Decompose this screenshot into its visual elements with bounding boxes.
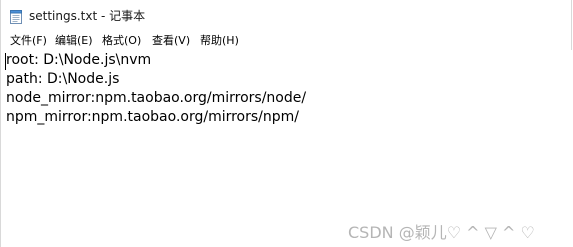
text-editor-area[interactable]: root: D:\Node.js\nvm path: D:\Node.js no… <box>1 50 572 247</box>
menu-help[interactable]: 帮助(H) <box>199 33 240 48</box>
text-line: node_mirror:npm.taobao.org/mirrors/node/ <box>6 90 307 106</box>
menu-file[interactable]: 文件(F) <box>9 33 48 48</box>
window-title: settings.txt - 记事本 <box>29 9 146 23</box>
menu-edit[interactable]: 编辑(E) <box>54 33 94 48</box>
text-line: path: D:\Node.js <box>6 71 120 87</box>
menu-view[interactable]: 查看(V) <box>151 33 191 48</box>
text-line: root: D:\Node.js\nvm <box>6 52 152 68</box>
text-line: npm_mirror:npm.taobao.org/mirrors/npm/ <box>6 109 300 125</box>
csdn-watermark: CSDN @颖儿♡ ^ ▽ ^ ♡ <box>348 223 535 242</box>
notepad-window: settings.txt - 记事本 文件(F) 编辑(E) 格式(O) 查看(… <box>0 0 572 247</box>
menu-bar: 文件(F) 编辑(E) 格式(O) 查看(V) 帮助(H) <box>1 31 571 51</box>
notepad-app-icon <box>10 9 22 24</box>
menu-format[interactable]: 格式(O) <box>101 33 142 48</box>
title-bar[interactable]: settings.txt - 记事本 <box>1 0 571 31</box>
